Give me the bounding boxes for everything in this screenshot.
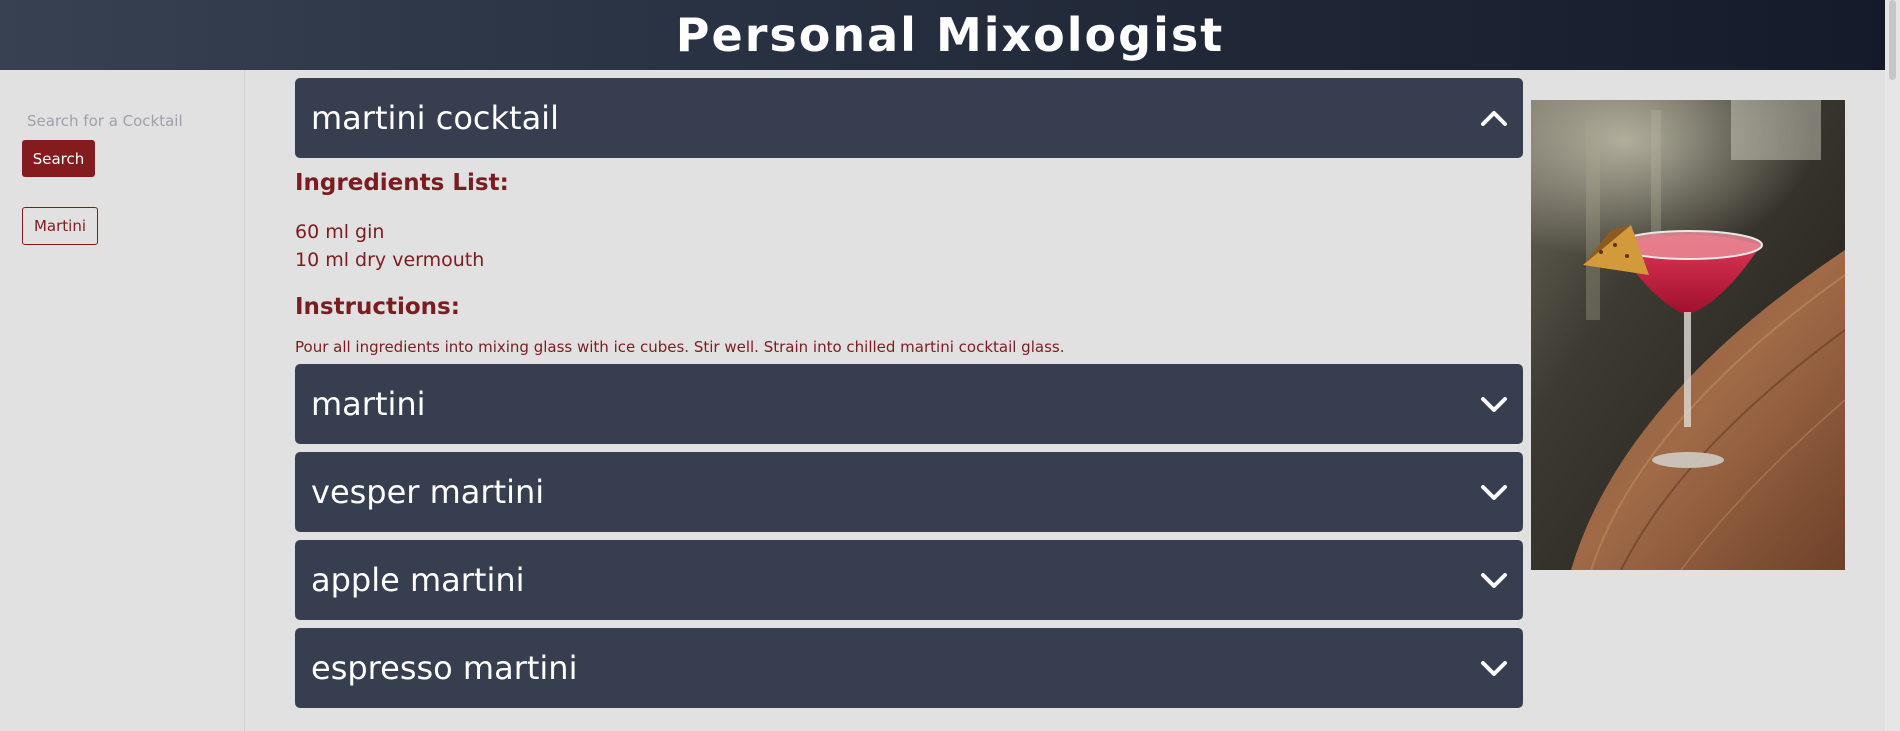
accordion-header-martini[interactable]: martini (295, 364, 1523, 444)
accordion-header-espresso-martini[interactable]: espresso martini (295, 628, 1523, 708)
chevron-up-icon[interactable] (1479, 107, 1509, 129)
ingredients-list: 60 ml gin 10 ml dry vermouth (295, 218, 1523, 274)
search-button[interactable]: Search (22, 140, 95, 177)
cocktail-image (1531, 100, 1845, 570)
accordion-title: vesper martini (311, 473, 545, 511)
ingredient-item: 60 ml gin (295, 221, 385, 243)
ingredients-heading: Ingredients List: (295, 170, 509, 196)
app-header: Personal Mixologist (0, 0, 1900, 70)
sidebar: Search Martini (0, 70, 245, 731)
scrollbar-thumb[interactable] (1889, 0, 1896, 80)
accordion-title: martini cocktail (311, 99, 559, 137)
accordion-header-vesper-martini[interactable]: vesper martini (295, 452, 1523, 532)
accordion-header-apple-martini[interactable]: apple martini (295, 540, 1523, 620)
chevron-down-icon[interactable] (1479, 657, 1509, 679)
accordion-title: martini (311, 385, 426, 423)
accordion-title: apple martini (311, 561, 525, 599)
instructions-text: Pour all ingredients into mixing glass w… (295, 338, 1065, 356)
accordion-title: espresso martini (311, 649, 578, 687)
history-item-martini[interactable]: Martini (22, 207, 98, 245)
accordion-body: Ingredients List: 60 ml gin 10 ml dry ve… (295, 158, 1523, 364)
chevron-down-icon[interactable] (1479, 569, 1509, 591)
search-input[interactable] (22, 106, 222, 136)
results-list: martini cocktail Ingredients List: 60 ml… (295, 78, 1523, 716)
accordion-header-martini-cocktail[interactable]: martini cocktail (295, 78, 1523, 158)
accordion-item: martini cocktail Ingredients List: 60 ml… (295, 78, 1523, 364)
chevron-down-icon[interactable] (1479, 393, 1509, 415)
app-title: Personal Mixologist (675, 8, 1225, 62)
chevron-down-icon[interactable] (1479, 481, 1509, 503)
page-scrollbar[interactable] (1885, 0, 1900, 731)
ingredient-item: 10 ml dry vermouth (295, 249, 485, 271)
instructions-heading: Instructions: (295, 294, 460, 320)
